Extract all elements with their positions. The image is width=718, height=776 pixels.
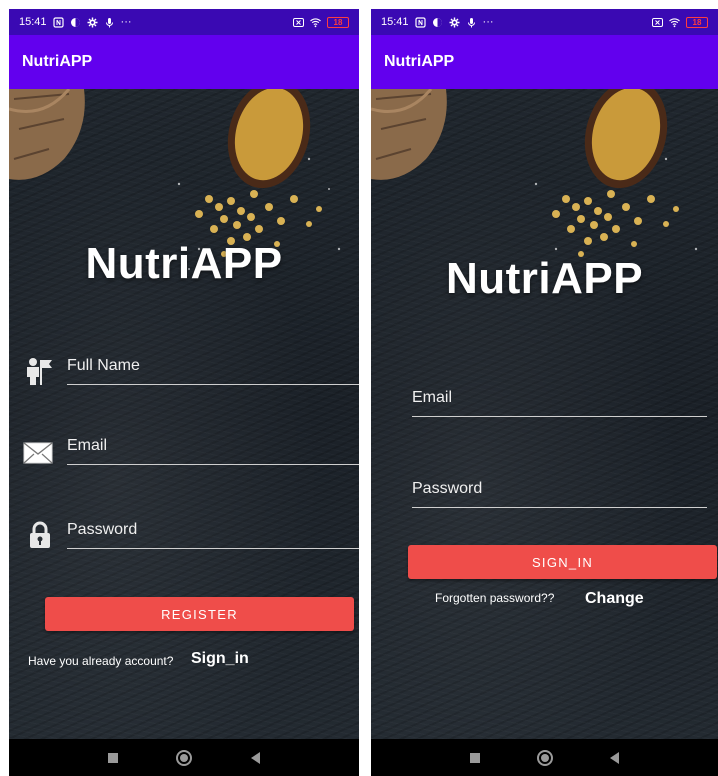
password-underline <box>67 548 359 549</box>
signin-screen: 15:41 ··· 18 NutriAPP NutriAPP Email Pas… <box>371 9 718 776</box>
envelope-icon <box>23 442 53 464</box>
person-flag-icon <box>27 358 52 385</box>
status-dots: ··· <box>120 16 132 28</box>
lock-icon <box>30 521 50 548</box>
change-password-link[interactable]: Change <box>585 590 644 608</box>
password-field[interactable]: Password <box>67 509 359 549</box>
square-icon[interactable] <box>108 752 119 763</box>
email-label: Email <box>412 389 453 406</box>
register-screen: 15:41 ··· 18 NutriAPP NutriAPP Full Name… <box>9 9 359 776</box>
sign-in-button[interactable]: SIGN_IN <box>408 545 717 579</box>
x-box-icon <box>652 17 663 27</box>
full-name-field[interactable]: Full Name <box>67 345 359 385</box>
status-time: 15:41 <box>19 16 47 28</box>
home-circle-icon[interactable] <box>176 749 193 766</box>
circle-half-icon <box>70 17 80 27</box>
app-bar: NutriAPP <box>9 35 359 89</box>
email-underline <box>67 464 359 465</box>
email-label: Email <box>67 437 108 454</box>
password-label: Password <box>67 521 138 538</box>
battery-icon: 18 <box>327 16 349 28</box>
password-field[interactable]: Password <box>412 468 707 508</box>
background-image: NutriAPP Email Password SIGN_IN Forgotte… <box>371 89 718 739</box>
register-button[interactable]: REGISTER <box>45 597 354 631</box>
spices-decoration <box>9 89 341 270</box>
back-triangle-icon[interactable] <box>610 751 620 764</box>
sign-in-link[interactable]: Sign_in <box>191 650 249 668</box>
password-underline <box>412 507 707 508</box>
mic-icon <box>467 17 475 27</box>
wifi-icon <box>310 17 321 27</box>
navigation-bar <box>9 739 359 776</box>
password-label: Password <box>412 480 483 497</box>
gear-icon <box>449 17 460 27</box>
home-circle-icon[interactable] <box>536 749 553 766</box>
gear-icon <box>87 17 98 27</box>
status-bar: 15:41 ··· 18 <box>9 9 359 35</box>
full-name-underline <box>67 384 359 385</box>
nfc-icon <box>414 16 426 28</box>
status-time: 15:41 <box>381 16 409 28</box>
nfc-icon <box>52 16 64 28</box>
email-field[interactable]: Email <box>67 425 359 465</box>
app-bar: NutriAPP <box>371 35 718 89</box>
full-name-label: Full Name <box>67 357 140 374</box>
back-triangle-icon[interactable] <box>250 751 260 764</box>
app-bar-title: NutriAPP <box>22 53 93 70</box>
circle-half-icon <box>432 17 442 27</box>
app-bar-title: NutriAPP <box>384 53 455 70</box>
status-bar: 15:41 ··· 18 <box>371 9 718 35</box>
background-image: NutriAPP Full Name Email Password REGIST… <box>9 89 359 739</box>
email-underline <box>412 416 707 417</box>
square-icon[interactable] <box>469 752 480 763</box>
brand-title: NutriAPP <box>85 239 283 288</box>
x-box-icon <box>293 17 304 27</box>
wifi-icon <box>669 17 680 27</box>
status-dots: ··· <box>482 16 494 28</box>
forgotten-password-prompt: Forgotten password?? <box>435 591 555 605</box>
mic-icon <box>105 17 113 27</box>
have-account-prompt: Have you already account? <box>28 654 174 668</box>
navigation-bar <box>371 739 718 776</box>
battery-icon: 18 <box>686 16 708 28</box>
brand-title: NutriAPP <box>445 254 644 303</box>
email-field[interactable]: Email <box>412 377 707 417</box>
